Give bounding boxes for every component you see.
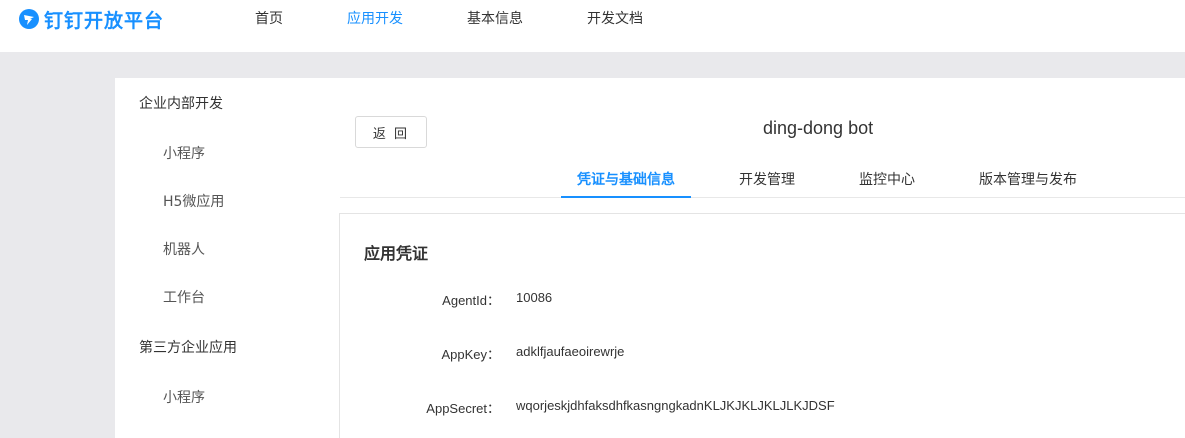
nav-app-development[interactable]: 应用开发	[347, 9, 403, 29]
appkey-value: adklfjaufaeoirewrje	[516, 344, 625, 359]
tab-monitoring[interactable]: 监控中心	[859, 170, 915, 190]
sidebar-item-robot[interactable]: 机器人	[163, 240, 205, 260]
credentials-card: 应用凭证 AgentId： 10086 AppKey： adklfjaufaeo…	[339, 213, 1185, 438]
sidebar: 企业内部开发 小程序 H5微应用 机器人 工作台 第三方企业应用 小程序	[115, 78, 316, 438]
sidebar-item-mini-program[interactable]: 小程序	[163, 144, 205, 164]
sidebar-item-workbench[interactable]: 工作台	[163, 288, 205, 308]
app-title: ding-dong bot	[763, 118, 874, 138]
brand-name: 钉钉开放平台	[44, 9, 165, 32]
nav-home[interactable]: 首页	[255, 9, 283, 29]
sidebar-group-third-party: 第三方企业应用	[139, 340, 237, 356]
appsecret-value: wqorjeskjdhfaksdhfkasngngkadnKLJKJKLJKLJ…	[516, 398, 835, 413]
sidebar-item-h5-app[interactable]: H5微应用	[163, 192, 224, 212]
agentid-label: AgentId：	[442, 293, 500, 308]
back-button[interactable]: 返 回	[355, 116, 427, 148]
nav-dev-docs[interactable]: 开发文档	[587, 9, 643, 29]
nav-basic-info[interactable]: 基本信息	[467, 9, 523, 29]
top-navigation-bar: 钉钉开放平台 首页 应用开发 基本信息 开发文档	[0, 0, 1185, 52]
appkey-label: AppKey：	[441, 347, 500, 362]
tab-version-release[interactable]: 版本管理与发布	[979, 170, 1077, 190]
tab-bar: 凭证与基础信息 开发管理 监控中心 版本管理与发布	[340, 164, 1185, 198]
brand[interactable]: 钉钉开放平台	[18, 6, 164, 32]
agentid-value: 10086	[516, 290, 553, 305]
active-tab-indicator	[561, 196, 691, 198]
sidebar-group-internal: 企业内部开发	[139, 96, 223, 112]
dingtalk-logo-icon	[18, 8, 40, 30]
tab-dev-management[interactable]: 开发管理	[739, 170, 795, 190]
main-panel: 返 回 ding-dong bot 凭证与基础信息 开发管理 监控中心 版本管理…	[316, 78, 1185, 438]
appsecret-label: AppSecret：	[426, 401, 500, 416]
tab-credentials[interactable]: 凭证与基础信息	[577, 170, 675, 190]
section-title: 应用凭证	[364, 244, 429, 263]
sidebar-item-third-party-mini-program[interactable]: 小程序	[163, 388, 205, 408]
